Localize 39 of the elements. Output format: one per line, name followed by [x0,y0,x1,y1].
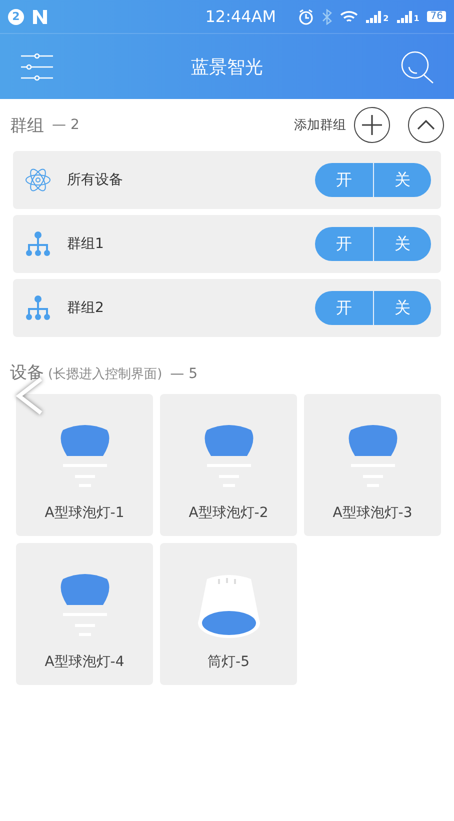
hierarchy-icon [25,295,51,321]
wifi-icon [340,10,358,24]
collapse-button[interactable] [408,107,444,143]
downlight-icon [196,573,260,639]
device-name: A型球泡灯-2 [188,504,268,522]
hierarchy-icon [25,231,51,257]
search-icon[interactable] [400,50,434,84]
bluetooth-icon [322,8,332,24]
device-name: A型球泡灯-1 [44,504,124,522]
plus-icon [361,114,383,136]
chevron-up-icon [417,120,435,130]
add-group-button[interactable] [354,107,390,143]
device-name: A型球泡灯-4 [44,653,124,671]
section-title: 设备 [10,362,44,384]
device-tile[interactable]: A型球泡灯-2 [160,394,297,536]
device-tile[interactable]: A型球泡灯-3 [304,394,441,536]
group-name: 所有设备 [67,171,123,189]
device-count: — 5 [170,366,198,382]
battery-level: 76 [427,11,446,22]
device-tile[interactable]: A型球泡灯-1 [16,394,153,536]
group-count: — 2 [52,117,80,133]
signal-strength: 1 [396,10,420,22]
device-tile[interactable]: 筒灯-5 [160,543,297,685]
section-title: 群组 [10,114,44,136]
alarm-icon [298,8,314,24]
status-time: 12:44AM [205,7,276,26]
group-name: 群组2 [67,299,104,317]
add-group-label: 添加群组 [294,117,346,134]
app-logo-icon [32,8,48,24]
notification-badge: 2 [8,8,24,24]
device-name: A型球泡灯-3 [332,504,412,522]
section-hint: (长摁进入控制界面) [48,366,162,383]
device-tile[interactable]: A型球泡灯-4 [16,543,153,685]
device-name: 筒灯-5 [208,653,250,671]
signal-strength: 2 [366,10,389,22]
atom-icon [25,167,51,193]
group-name: 群组1 [67,235,104,253]
app-title: 蓝景智光 [191,56,263,78]
filter-sliders-icon[interactable] [20,52,54,80]
